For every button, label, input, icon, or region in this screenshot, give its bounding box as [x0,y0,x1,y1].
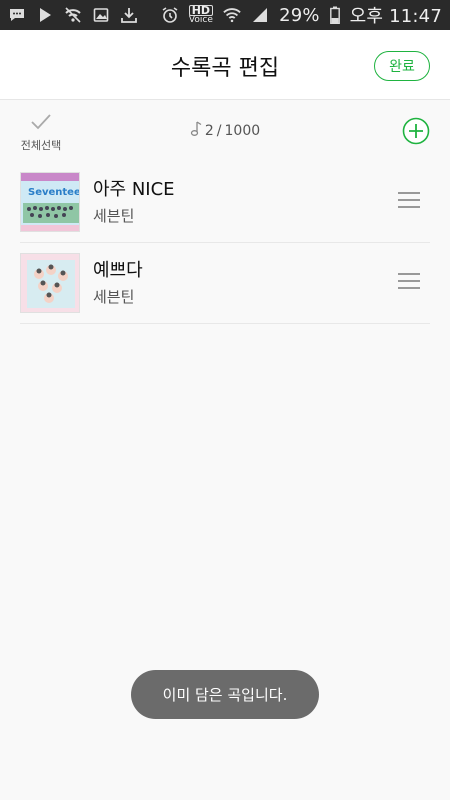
count-separator: / [216,123,222,139]
count-current: 2 [204,123,214,139]
toast-message: 이미 담은 곡입니다. [131,670,319,719]
track-row[interactable]: 예쁘다 세븐틴 [20,243,430,324]
drag-handle-icon[interactable] [398,273,420,291]
header: 수록곡 편집 완료 [0,30,450,100]
image-icon [92,6,110,24]
wifi-off-icon [64,6,82,24]
hd-voice-badge: HD Voice [188,5,214,25]
track-artist: 세븐틴 [93,288,135,306]
clock: 오후 11:47 [349,6,442,27]
drag-handle-icon[interactable] [398,192,420,210]
voice-label: Voice [188,15,213,25]
download-icon [120,6,138,24]
album-art: Seventeen [20,172,80,232]
status-right-icons: HD Voice 29% 오후 11:47 [161,2,442,28]
track-artist: 세븐틴 [93,207,135,225]
track-row[interactable]: Seventeen 아주 NICE 세븐틴 [20,162,430,243]
play-icon [36,6,54,24]
track-count: 2 / 1000 [0,121,450,141]
battery-icon [329,6,340,24]
album-art [20,253,80,313]
done-button[interactable]: 완료 [374,51,430,81]
album-logo-text: Seventeen [28,187,80,198]
signal-icon [251,6,269,24]
wifi-icon [223,6,241,24]
music-note-icon [190,121,202,141]
count-max: 1000 [224,123,261,139]
status-left-icons [8,6,138,24]
track-list: Seventeen 아주 NICE 세븐틴 [20,162,430,324]
chat-icon [8,6,26,24]
battery-percent: 29% [279,4,320,26]
alarm-icon [161,6,179,24]
add-circle-icon[interactable] [402,117,430,145]
edit-toolbar: 전체선택 2 / 1000 [0,101,450,161]
track-title: 예쁘다 [93,260,143,281]
status-bar: HD Voice 29% 오후 11:47 [0,0,450,30]
track-title: 아주 NICE [93,179,175,200]
